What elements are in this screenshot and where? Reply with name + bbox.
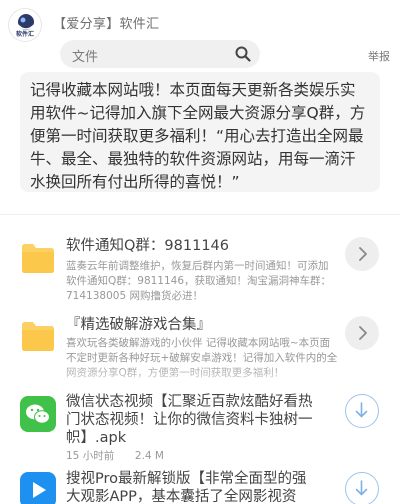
open-button[interactable] <box>345 316 379 350</box>
report-link[interactable]: 举报 <box>368 48 390 64</box>
fade-overlay <box>0 362 400 392</box>
notice-card: 记得收藏本网站哦！本页面每天更新各类娱乐实用软件~记得加入旗下全网最大资源分享Q… <box>20 72 380 192</box>
item-meta: 15 小时前 2.4 M <box>66 448 164 463</box>
search-icon[interactable] <box>234 45 252 63</box>
list-item[interactable]: 搜视Pro最新解锁版【非常全面型的强大观影APP，基本囊括了全网影视资源】.ap… <box>0 466 400 504</box>
souvideo-icon <box>20 472 56 504</box>
item-title: 微信状态视频【汇聚近百款炫酷好看热门状态视频！让你的微信资料卡独树一帜】.apk <box>66 394 313 446</box>
folder-icon <box>20 240 56 276</box>
list-item[interactable]: 软件通知Q群：9811146 蓝奏云年前调整维护，恢复后群内第一时间通知！可添加… <box>0 232 400 312</box>
avatar[interactable]: 软件汇 <box>8 8 42 42</box>
download-icon <box>355 402 368 418</box>
open-button[interactable] <box>345 237 379 271</box>
download-button[interactable] <box>345 472 379 504</box>
list-item[interactable]: 微信状态视频【汇聚近百款炫酷好看热门状态视频！让你的微信资料卡独树一帜】.apk… <box>0 392 400 466</box>
item-size: 2.4 M <box>134 450 164 462</box>
notice-text: 记得收藏本网站哦！本页面每天更新各类娱乐实用软件~记得加入旗下全网最大资源分享Q… <box>30 81 366 191</box>
chevron-right-icon <box>359 326 367 340</box>
header: 软件汇 【爱分享】软件汇 文件 举报 <box>0 0 400 72</box>
page-title: 【爱分享】软件汇 <box>53 17 160 32</box>
item-title: 搜视Pro最新解锁版【非常全面型的强大观影APP，基本囊括了全网影视资源】.ap… <box>66 471 307 504</box>
item-description: 蓝奏云年前调整维护，恢复后群内第一时间通知！可添加软件通知Q群：9811146，… <box>66 260 332 302</box>
item-time: 15 小时前 <box>66 450 115 462</box>
download-button[interactable] <box>345 394 379 428</box>
logo-text: 软件汇 <box>15 31 34 38</box>
chevron-right-icon <box>359 247 367 261</box>
wechat-icon <box>20 396 56 432</box>
item-title: 软件通知Q群：9811146 <box>66 238 229 254</box>
download-icon <box>355 480 368 496</box>
search-input[interactable]: 文件 <box>60 40 260 68</box>
divider <box>0 214 400 215</box>
item-title: 『精选破解游戏合集』 <box>66 317 211 333</box>
search-placeholder: 文件 <box>72 50 99 65</box>
folder-icon <box>20 318 56 354</box>
